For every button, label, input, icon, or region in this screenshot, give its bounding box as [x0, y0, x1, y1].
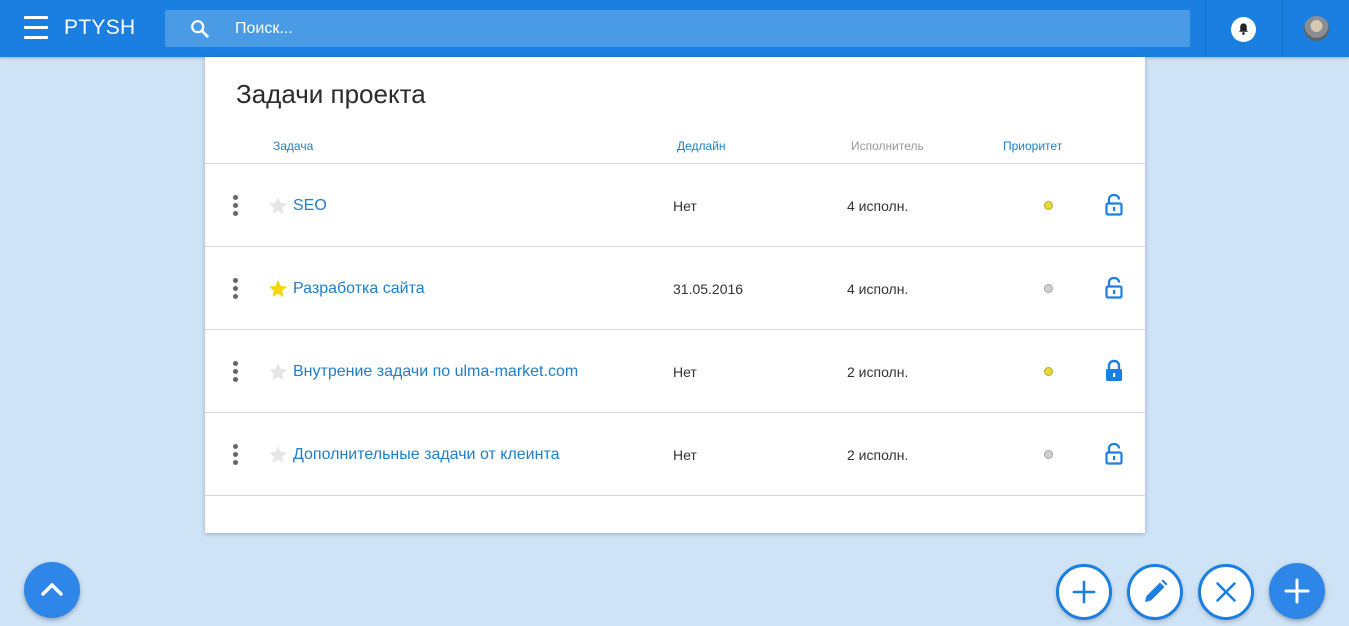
column-header-priority[interactable]: Приоритет	[1003, 139, 1062, 153]
page-title: Задачи проекта	[236, 79, 426, 109]
plus-icon	[1072, 580, 1096, 604]
add-subtask-button[interactable]	[1056, 564, 1112, 620]
more-vert-icon[interactable]	[231, 361, 241, 383]
chevron-up-icon	[41, 583, 63, 596]
notifications-button[interactable]	[1231, 17, 1256, 42]
search-icon[interactable]	[189, 18, 211, 40]
task-assignees: 4 исполн.	[847, 198, 909, 214]
lock-open-icon[interactable]	[1104, 276, 1124, 300]
star-icon[interactable]	[268, 279, 288, 298]
task-deadline: Нет	[673, 198, 697, 214]
user-avatar[interactable]	[1304, 16, 1329, 41]
close-icon	[1216, 582, 1236, 602]
column-header-task[interactable]: Задача	[273, 139, 313, 153]
plus-icon	[1284, 578, 1310, 604]
priority-indicator	[1044, 201, 1053, 210]
table-row[interactable]: Внутрение задачи по ulma-market.com Нет 2 …	[205, 330, 1145, 413]
star-icon[interactable]	[268, 445, 288, 464]
lock-closed-icon[interactable]	[1104, 359, 1124, 383]
more-vert-icon[interactable]	[231, 444, 241, 466]
app-brand[interactable]: PTYSH	[64, 16, 136, 40]
task-deadline: 31.05.2016	[673, 281, 744, 297]
pencil-icon	[1145, 579, 1168, 602]
task-name-link[interactable]: Внутрение задачи по ulma-market.com	[293, 363, 578, 381]
star-icon[interactable]	[268, 362, 288, 381]
priority-indicator	[1044, 450, 1053, 459]
task-assignees: 2 исполн.	[847, 447, 909, 463]
column-header-assignee: Исполнитель	[851, 139, 924, 153]
priority-indicator	[1044, 284, 1053, 293]
top-app-bar: PTYSH	[0, 0, 1349, 57]
more-vert-icon[interactable]	[231, 195, 241, 217]
edit-button[interactable]	[1127, 564, 1183, 620]
close-button[interactable]	[1198, 564, 1254, 620]
task-assignees: 4 исполн.	[847, 281, 909, 297]
search-bar	[165, 10, 1190, 47]
task-name-link[interactable]: Дополнительные задачи от клеинта	[293, 446, 560, 464]
topbar-divider	[1282, 0, 1283, 57]
column-header-deadline[interactable]: Дедлайн	[677, 139, 726, 153]
add-task-button[interactable]	[1269, 563, 1325, 619]
table-row[interactable]: SEO Нет 4 исполн.	[205, 164, 1145, 247]
task-name-link[interactable]: Разработка сайта	[293, 280, 425, 298]
menu-icon[interactable]	[24, 16, 48, 40]
lock-open-icon[interactable]	[1104, 442, 1124, 466]
lock-open-icon[interactable]	[1104, 193, 1124, 217]
table-row[interactable]: Дополнительные задачи от клеинта Нет 2 исп…	[205, 413, 1145, 496]
priority-indicator	[1044, 367, 1053, 376]
task-assignees: 2 исполн.	[847, 364, 909, 380]
task-name-link[interactable]: SEO	[293, 197, 327, 215]
scroll-up-button[interactable]	[24, 562, 80, 618]
topbar-divider	[1205, 0, 1206, 57]
star-icon[interactable]	[268, 196, 288, 215]
search-input[interactable]	[235, 10, 1175, 47]
task-deadline: Нет	[673, 364, 697, 380]
more-vert-icon[interactable]	[231, 278, 241, 300]
project-tasks-card: Задачи проекта Задача Дедлайн Исполнител…	[205, 57, 1145, 533]
bell-icon	[1238, 23, 1249, 35]
table-row[interactable]: Разработка сайта 31.05.2016 4 исполн.	[205, 247, 1145, 330]
task-deadline: Нет	[673, 447, 697, 463]
